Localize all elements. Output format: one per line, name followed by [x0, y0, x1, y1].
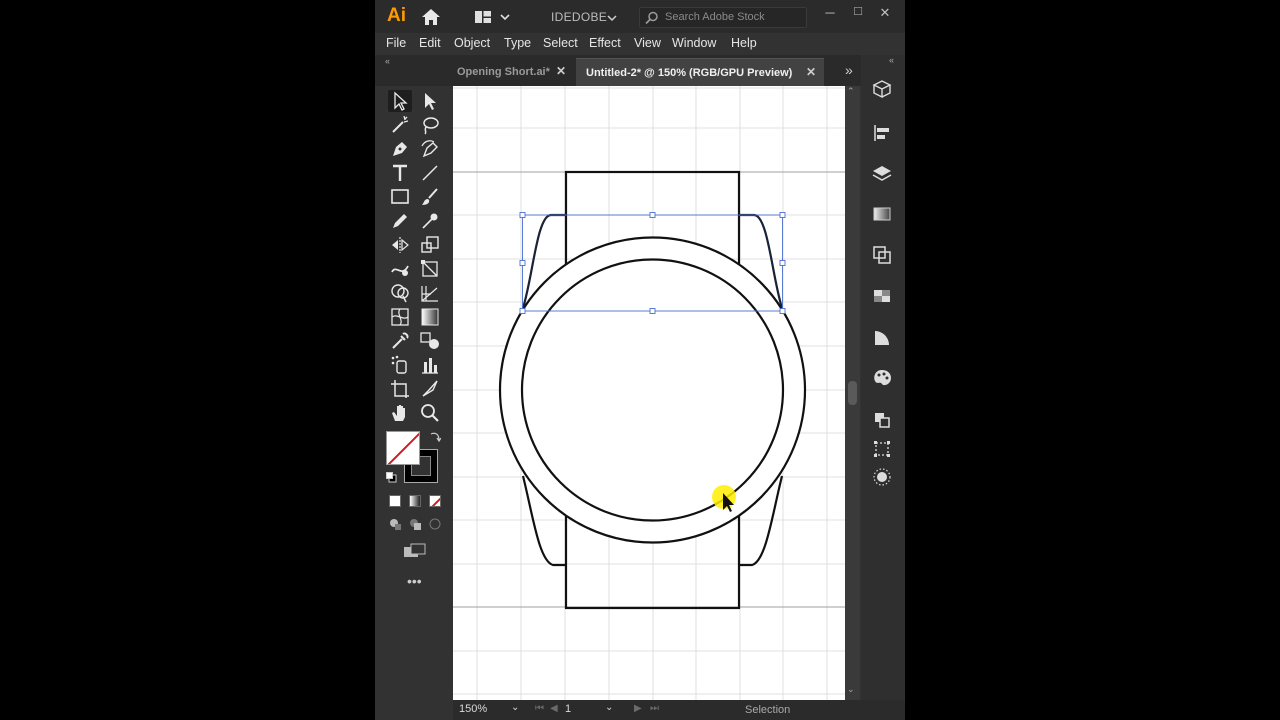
menu-edit[interactable]: Edit — [419, 36, 441, 50]
type-icon[interactable] — [389, 162, 411, 184]
chevron-down-icon: ⌄ — [605, 702, 614, 713]
selection-icon[interactable] — [389, 90, 411, 112]
menu-type[interactable]: Type — [504, 36, 531, 50]
tools-panel: ••• — [375, 86, 453, 720]
scroll-thumb[interactable] — [848, 381, 857, 405]
transform-icon[interactable] — [871, 409, 893, 431]
menu-window[interactable]: Window — [672, 36, 716, 50]
workspace-switcher[interactable]: IDEDOBE — [551, 10, 607, 24]
menu-view[interactable]: View — [634, 36, 661, 50]
artboards-panel-icon[interactable] — [871, 438, 893, 460]
gradient-panel-icon[interactable] — [871, 203, 893, 225]
expand-panels-icon[interactable]: « — [889, 55, 894, 65]
shape-builder-icon[interactable] — [389, 282, 411, 304]
document-tabs: « Opening Short.ai* ✕ Untitled-2* @ 150%… — [375, 55, 905, 86]
menu-object[interactable]: Object — [454, 36, 490, 50]
scroll-down-icon[interactable]: ⌄ — [847, 684, 855, 695]
magic-wand-icon[interactable] — [389, 114, 411, 136]
first-artboard-icon[interactable]: ⏮ — [535, 703, 544, 714]
fill-swatch[interactable] — [386, 431, 420, 465]
scale-icon[interactable] — [419, 234, 441, 256]
brightness-icon[interactable] — [871, 466, 893, 488]
eyedropper-icon[interactable] — [389, 330, 411, 352]
draw-behind-icon[interactable] — [409, 518, 421, 530]
free-transform-icon[interactable] — [419, 258, 441, 280]
close-window-button[interactable]: ✕ — [876, 5, 894, 21]
prev-artboard-icon[interactable]: ◀ — [550, 703, 558, 714]
more-tabs-icon[interactable]: » — [845, 62, 853, 78]
zoom-icon[interactable] — [419, 402, 441, 424]
menu-help[interactable]: Help — [731, 36, 757, 50]
next-artboard-icon[interactable]: ▶ — [634, 703, 642, 714]
swap-fill-stroke-icon[interactable] — [429, 431, 441, 443]
app-logo: Ai — [387, 5, 406, 26]
artboard-icon[interactable] — [389, 378, 411, 400]
last-artboard-icon[interactable]: ⏭ — [650, 703, 659, 714]
artboard-canvas[interactable] — [453, 86, 845, 700]
scroll-up-icon[interactable]: ⌃ — [847, 86, 855, 97]
illustrator-window: Ai IDEDOBE Search Adobe Stock ─ □ ✕ File… — [375, 0, 905, 720]
pen-icon[interactable] — [389, 138, 411, 160]
menu-select[interactable]: Select — [543, 36, 578, 50]
zoom-level-select[interactable]: 150% ⌄ — [459, 702, 523, 718]
stock-search-input[interactable]: Search Adobe Stock — [639, 7, 807, 28]
gradient-mode-button[interactable] — [409, 495, 421, 507]
draw-normal-icon[interactable] — [389, 518, 401, 530]
none-mode-button[interactable] — [429, 495, 441, 507]
perspective-icon[interactable] — [419, 282, 441, 304]
color-panel-icon[interactable] — [871, 367, 893, 389]
title-bar: Ai IDEDOBE Search Adobe Stock ─ □ ✕ — [375, 0, 905, 33]
pathfinder-icon[interactable] — [871, 244, 893, 266]
eyedropper-tool-icon[interactable] — [419, 210, 441, 232]
more-tools-icon[interactable]: ••• — [407, 573, 422, 589]
search-placeholder: Search Adobe Stock — [665, 11, 765, 23]
color-mode-button[interactable] — [389, 495, 401, 507]
close-tab-icon[interactable]: ✕ — [806, 65, 816, 79]
line-icon[interactable] — [419, 162, 441, 184]
screen-mode-icon[interactable] — [403, 543, 427, 559]
vertical-scrollbar[interactable]: ⌃ ⌄ — [845, 86, 860, 700]
draw-inside-icon[interactable] — [429, 518, 441, 530]
panel-dock: « — [861, 55, 905, 720]
gradient-icon[interactable] — [419, 306, 441, 328]
menu-file[interactable]: File — [386, 36, 406, 50]
transparency-icon[interactable] — [871, 285, 893, 307]
canvas-area[interactable] — [453, 86, 845, 700]
curvature-icon[interactable] — [419, 138, 441, 160]
paintbrush-icon[interactable] — [419, 186, 441, 208]
artboard-number-select[interactable]: 1 ⌄ — [565, 702, 621, 718]
arrange-documents-icon[interactable] — [474, 9, 510, 25]
hand-icon[interactable] — [389, 402, 411, 424]
chevron-down-icon: ⌄ — [511, 702, 520, 713]
home-icon[interactable] — [421, 8, 441, 26]
reflect-icon[interactable] — [389, 234, 411, 256]
symbol-sprayer-icon[interactable] — [389, 354, 411, 376]
layers-icon[interactable] — [871, 163, 893, 185]
minimize-button[interactable]: ─ — [821, 5, 839, 21]
maximize-button[interactable]: □ — [849, 3, 867, 19]
close-tab-icon[interactable]: ✕ — [556, 64, 566, 78]
menu-bar: File Edit Object Type Select Effect View… — [375, 33, 905, 55]
align-icon[interactable] — [871, 122, 893, 144]
collapse-toolbar-icon[interactable]: « — [385, 56, 390, 66]
direct-selection-icon[interactable] — [419, 90, 441, 112]
chevron-down-icon[interactable] — [607, 14, 617, 22]
current-tool-label: Selection — [745, 704, 791, 716]
tab-opening-short[interactable]: Opening Short.ai* ✕ — [451, 58, 574, 86]
lasso-icon[interactable] — [419, 114, 441, 136]
warp-icon[interactable] — [389, 258, 411, 280]
slice-icon[interactable] — [419, 378, 441, 400]
menu-effect[interactable]: Effect — [589, 36, 621, 50]
status-bar: 150% ⌄ ⏮ ◀ 1 ⌄ ▶ ⏭ Selection — [453, 700, 905, 720]
default-fill-stroke-icon[interactable] — [386, 472, 397, 483]
tab-untitled-2[interactable]: Untitled-2* @ 150% (RGB/GPU Preview) ✕ — [576, 58, 824, 86]
search-icon — [645, 11, 658, 25]
pencil-icon[interactable] — [389, 210, 411, 232]
libraries-icon[interactable] — [871, 79, 893, 101]
rectangle-icon[interactable] — [389, 186, 411, 208]
appearance-icon[interactable] — [871, 327, 893, 349]
mesh-icon[interactable] — [389, 306, 411, 328]
blend-icon[interactable] — [419, 330, 441, 352]
graph-icon[interactable] — [419, 354, 441, 376]
